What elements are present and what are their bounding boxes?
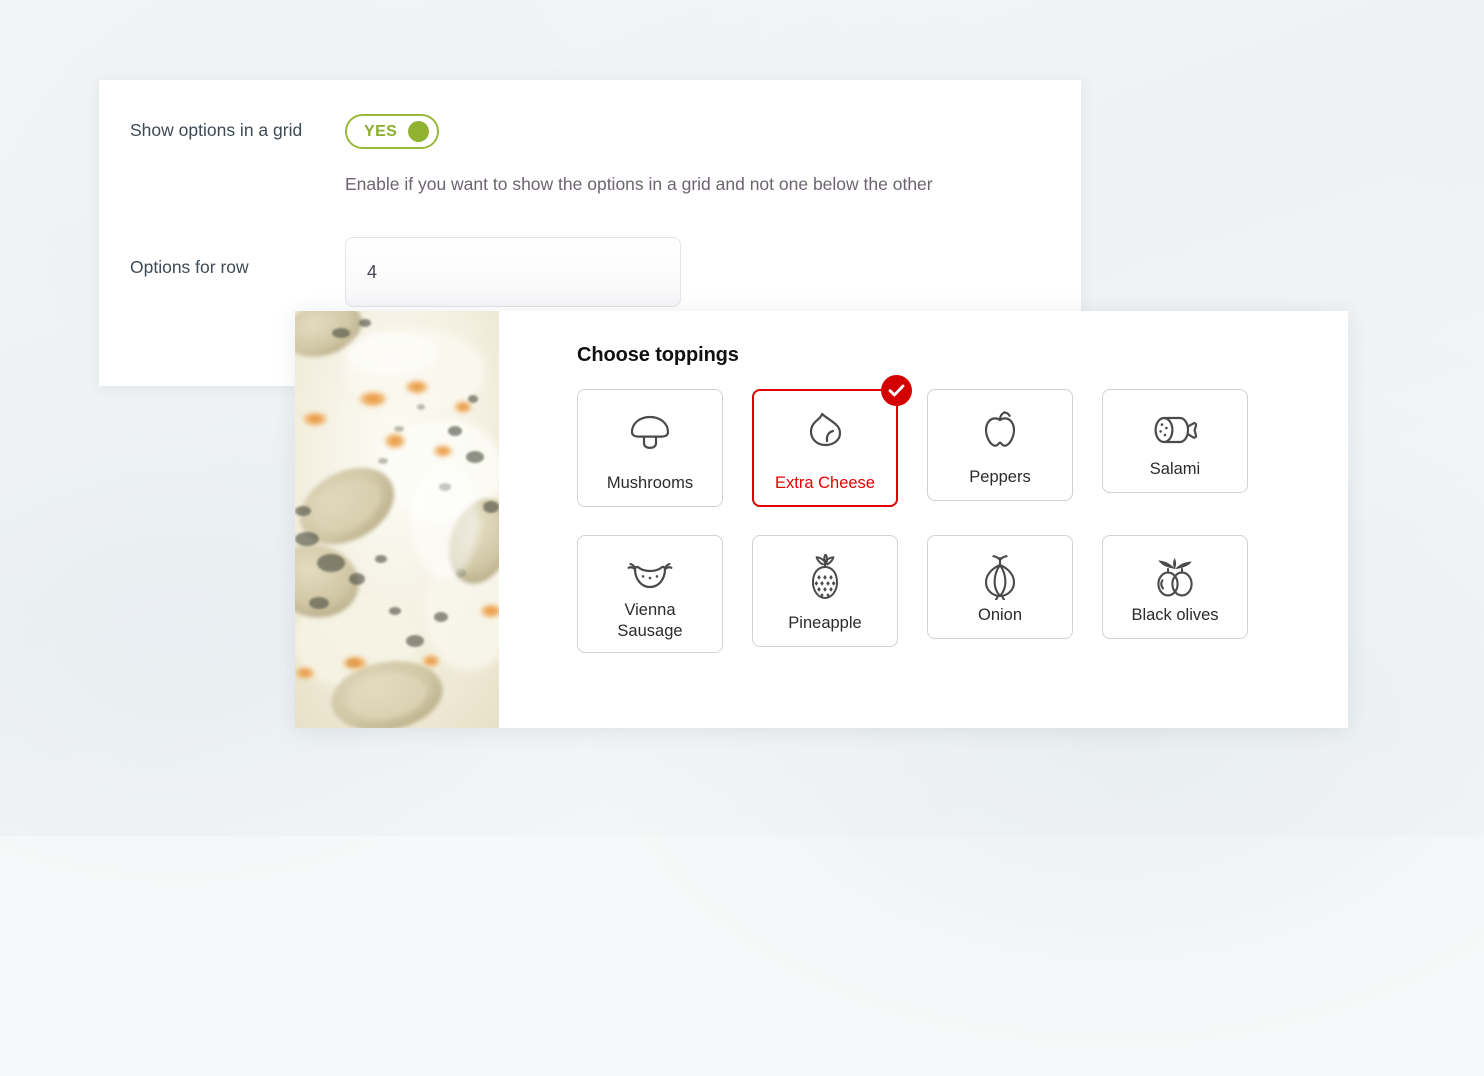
topping-label: Mushrooms: [606, 474, 694, 492]
sausage-icon: [627, 554, 673, 600]
cheese-drop-icon: [803, 408, 847, 454]
pizza-photo: [295, 311, 499, 728]
setting-row-show-options-in-grid: Show options in a grid YES Enable if you…: [130, 114, 1065, 197]
options-for-row-input[interactable]: [345, 237, 681, 307]
topping-card-pineapple[interactable]: Pineapple: [752, 535, 898, 647]
topping-card-onion[interactable]: Onion: [927, 535, 1073, 639]
bell-pepper-icon: [980, 408, 1020, 454]
toppings-title: Choose toppings: [577, 344, 739, 366]
topping-card-salami[interactable]: Salami: [1102, 389, 1248, 493]
show-options-in-grid-help-text: Enable if you want to show the options i…: [345, 174, 933, 194]
toppings-preview-panel: Choose toppings Mushrooms Extra Cheese P…: [295, 311, 1348, 728]
olives-icon: [1152, 554, 1198, 600]
onion-icon: [982, 554, 1018, 600]
mushroom-icon: [628, 408, 672, 454]
pineapple-icon: [808, 554, 842, 600]
show-options-in-grid-control: YES Enable if you want to show the optio…: [345, 114, 1065, 197]
toggle-knob-icon: [408, 121, 430, 142]
topping-card-black-olives[interactable]: Black olives: [1102, 535, 1248, 639]
topping-label: Black olives: [1131, 606, 1219, 624]
topping-card-peppers[interactable]: Peppers: [927, 389, 1073, 501]
options-for-row-control: [345, 237, 1065, 307]
toppings-grid: Mushrooms Extra Cheese Peppers Salami Vi…: [577, 375, 1348, 653]
topping-card-vienna-sausage[interactable]: Vienna Sausage: [577, 535, 723, 653]
toggle-state-label: YES: [364, 122, 398, 140]
show-options-in-grid-label: Show options in a grid: [130, 120, 303, 140]
topping-label: Peppers: [969, 468, 1031, 486]
show-options-in-grid-toggle[interactable]: YES: [345, 114, 440, 149]
topping-label: Vienna Sausage: [617, 601, 683, 640]
options-for-row-label: Options for row: [130, 257, 249, 277]
topping-label: Extra Cheese: [775, 474, 875, 492]
topping-card-mushrooms[interactable]: Mushrooms: [577, 389, 723, 507]
toppings-body: Choose toppings Mushrooms Extra Cheese P…: [499, 311, 1348, 728]
topping-label: Pineapple: [788, 614, 862, 632]
topping-label: Salami: [1149, 460, 1201, 478]
selected-check-icon: [881, 375, 912, 406]
topping-card-extra-cheese[interactable]: Extra Cheese: [752, 375, 912, 507]
setting-row-options-for-row: Options for row: [130, 237, 1065, 307]
topping-label: Onion: [977, 606, 1023, 624]
salami-icon: [1152, 408, 1198, 454]
